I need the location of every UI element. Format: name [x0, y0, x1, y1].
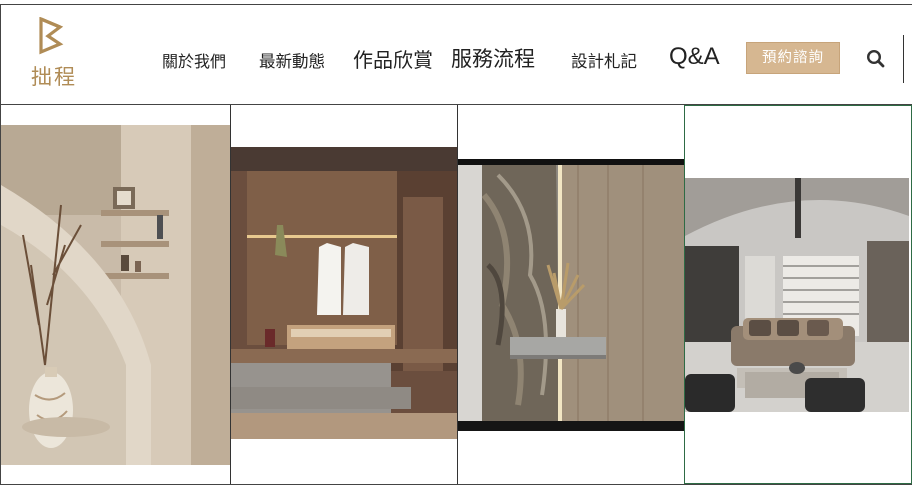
site-header: 拙程 關於我們 最新動態 作品欣賞 服務流程 設計札記 Q&A 預約諮詢 [0, 5, 912, 104]
project-gallery [0, 105, 912, 484]
gallery-tile-staircase[interactable] [1, 105, 231, 484]
search-button[interactable] [864, 47, 888, 71]
gallery-tile-closet[interactable] [231, 105, 458, 484]
nav-item-news[interactable]: 最新動態 [259, 48, 325, 72]
nav-item-about[interactable]: 關於我們 [162, 48, 226, 72]
header-divider [903, 35, 904, 83]
page: 拙程 關於我們 最新動態 作品欣賞 服務流程 設計札記 Q&A 預約諮詢 [0, 0, 912, 486]
nav-item-notes[interactable]: 設計札記 [571, 48, 637, 72]
nav-item-works[interactable]: 作品欣賞 [353, 44, 433, 73]
gallery-tile-marble[interactable] [458, 105, 684, 484]
marble-wall-photo [458, 105, 684, 484]
page-bottom-border [0, 484, 912, 485]
b-monogram-icon [39, 17, 64, 55]
nav-item-qa[interactable]: Q&A [669, 43, 720, 71]
book-consultation-button[interactable]: 預約諮詢 [746, 42, 840, 74]
living-room-photo [685, 106, 909, 483]
gallery-tile-living-room[interactable] [684, 105, 912, 484]
staircase-photo [1, 105, 230, 484]
brand-name: 拙程 [31, 65, 77, 89]
closet-photo [231, 105, 457, 484]
nav-item-service[interactable]: 服務流程 [451, 43, 535, 73]
search-icon [866, 49, 885, 68]
brand-logo[interactable]: 拙程 [22, 17, 86, 89]
